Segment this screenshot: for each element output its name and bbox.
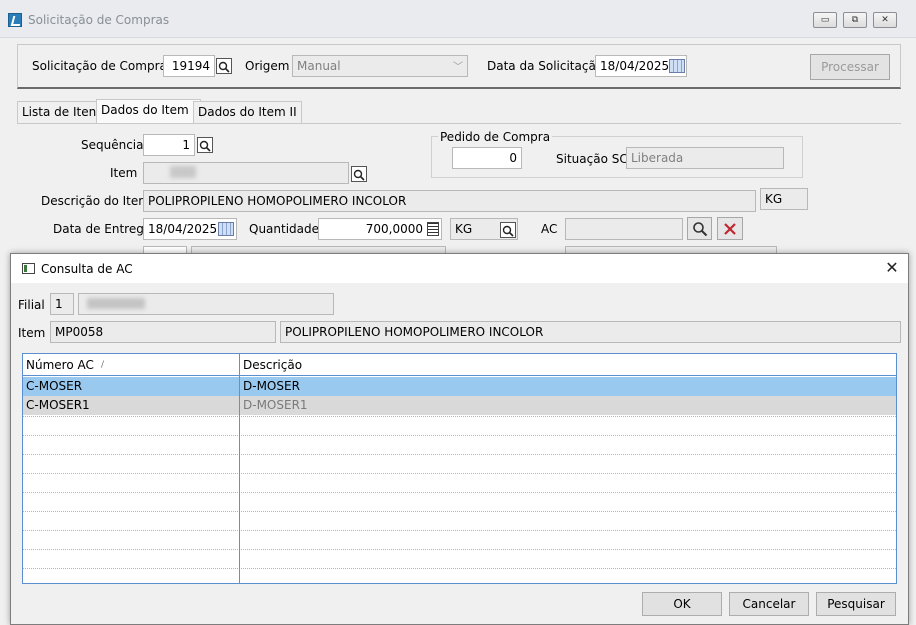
calendar-icon[interactable] — [669, 59, 685, 73]
search-ac-button[interactable] — [687, 217, 712, 240]
processar-button[interactable]: Processar — [810, 54, 890, 80]
window-title: Solicitação de Compras — [28, 13, 170, 27]
clear-ac-button[interactable] — [717, 217, 743, 240]
ac-label: AC — [541, 222, 558, 236]
close-window-button[interactable]: ✕ — [873, 12, 897, 28]
item-description-field: POLIPROPILENO HOMOPOLIMERO INCOLOR — [280, 321, 901, 343]
tab-divider — [17, 123, 901, 124]
cell-numero-ac: C-MOSER — [26, 379, 83, 393]
quantidade-field[interactable]: 700,0000 — [318, 218, 442, 240]
chevron-down-icon: ﹀ — [453, 62, 463, 73]
item-code-field: MP0058 — [50, 321, 276, 343]
grid-row-divider — [23, 530, 896, 531]
lookup-search-icon[interactable] — [197, 137, 213, 153]
lookup-search-icon[interactable] — [351, 166, 367, 182]
pedido-compra-label: Pedido de Compra — [438, 130, 553, 144]
descricao-label: Descrição do Item — [41, 194, 150, 208]
grid-row-divider — [23, 435, 896, 436]
app-icon — [8, 13, 22, 27]
tab-dados-item-2[interactable]: Dados do Item II — [193, 101, 302, 123]
grid-row-divider — [23, 492, 896, 493]
grid-row-divider — [23, 416, 896, 417]
lookup-search-icon[interactable] — [216, 58, 232, 74]
origem-select[interactable]: Manual — [292, 55, 468, 77]
column-header-numero-ac[interactable]: Número AC — [26, 358, 94, 372]
cell-descricao: D-MOSER1 — [243, 398, 308, 412]
window-icon — [22, 263, 35, 274]
data-entrega-label: Data de Entrega — [53, 222, 152, 236]
dialog-titlebar — [11, 254, 908, 283]
cell-descricao: D-MOSER — [243, 379, 300, 393]
filial-label: Filial — [18, 298, 45, 312]
solicitacao-number-field[interactable]: 19194 — [163, 55, 215, 77]
lookup-search-icon[interactable] — [500, 222, 516, 238]
tab-dados-item-1[interactable]: Dados do Item I — [96, 99, 202, 124]
grid-row-divider — [23, 511, 896, 512]
grid-row-divider — [23, 568, 896, 569]
calendar-icon[interactable] — [218, 222, 234, 236]
calculator-icon[interactable] — [427, 222, 439, 236]
consulta-ac-dialog: Consulta de AC ✕ Filial 1 Item MP0058 PO… — [10, 253, 909, 625]
solicitacao-label: Solicitação de Compras — [32, 59, 174, 73]
minimize-button[interactable]: ▭ — [813, 12, 837, 28]
filial-code-field: 1 — [50, 293, 74, 315]
grid-row-divider — [23, 454, 896, 455]
maximize-button[interactable]: ⧉ — [843, 12, 867, 28]
sequencia-label: Sequência — [81, 138, 144, 152]
item-label: Item — [110, 166, 138, 180]
situacao-label: Situação SC — [556, 152, 628, 166]
grid-row-divider — [23, 473, 896, 474]
ok-button[interactable]: OK — [642, 592, 722, 616]
close-icon[interactable]: ✕ — [883, 259, 901, 277]
sequencia-field[interactable]: 1 — [143, 134, 195, 156]
search-icon — [692, 222, 707, 237]
redacted-text — [170, 166, 196, 178]
item-label: Item — [18, 326, 46, 340]
pesquisar-button[interactable]: Pesquisar — [816, 592, 896, 616]
sort-indicator-icon: / — [101, 360, 105, 370]
data-solicitacao-label: Data da Solicitação — [487, 59, 604, 73]
redacted-text — [87, 298, 145, 309]
cell-numero-ac: C-MOSER1 — [26, 398, 90, 412]
tab-lista-itens[interactable]: Lista de Itens — [17, 101, 108, 123]
ac-field[interactable] — [565, 218, 683, 240]
delete-x-icon — [724, 223, 736, 235]
grid-row-divider — [23, 549, 896, 550]
table-row[interactable]: C-MOSER1 D-MOSER1 — [23, 396, 896, 415]
grid-header — [23, 354, 896, 376]
table-row[interactable]: C-MOSER D-MOSER — [23, 377, 896, 396]
unidade-field: KG — [760, 188, 808, 210]
pedido-compra-field: 0 — [452, 147, 522, 169]
descricao-field: POLIPROPILENO HOMOPOLIMERO INCOLOR — [143, 190, 756, 212]
quantidade-label: Quantidade — [249, 222, 320, 236]
column-header-descricao[interactable]: Descrição — [243, 358, 302, 372]
dialog-title: Consulta de AC — [41, 262, 133, 276]
situacao-select[interactable]: Liberada — [626, 147, 784, 169]
column-separator[interactable] — [239, 354, 240, 583]
cancel-button[interactable]: Cancelar — [729, 592, 809, 616]
origem-label: Origem — [245, 59, 290, 73]
ac-results-grid[interactable]: Número AC / Descrição C-MOSER D-MOSER C-… — [22, 353, 897, 584]
